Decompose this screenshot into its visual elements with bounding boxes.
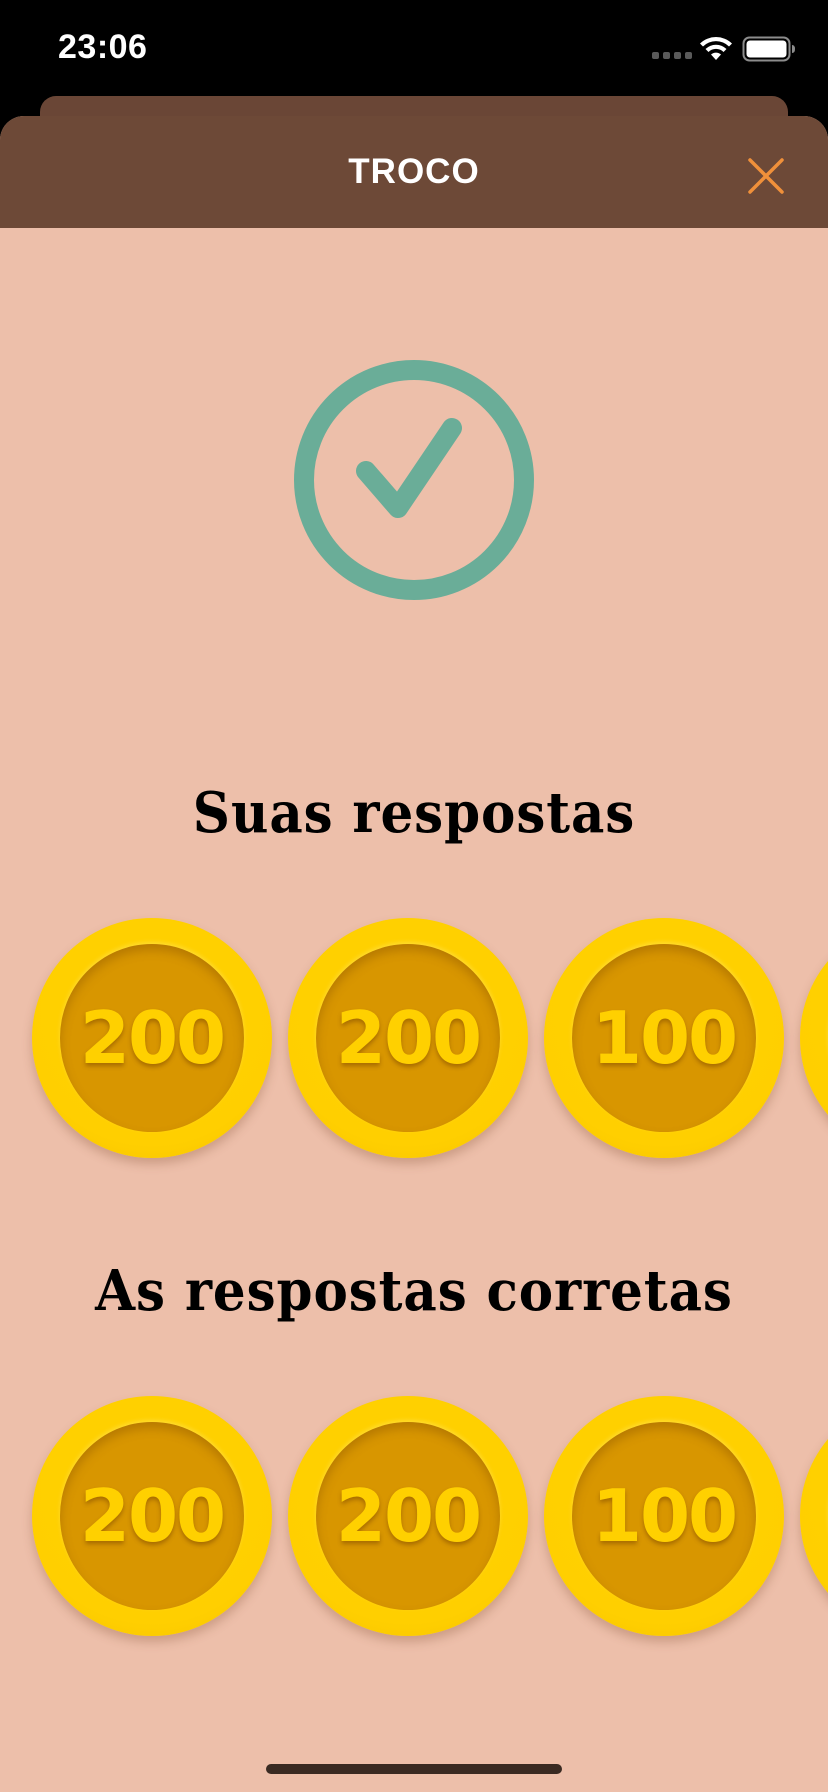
status-bar: 23:06 <box>0 0 828 96</box>
coin: 200 <box>32 918 272 1158</box>
sheet-header: TROCO <box>0 116 828 228</box>
your-answers-row[interactable]: 200 200 100 <box>0 918 828 1162</box>
correct-answers-title: As respostas corretas <box>95 1258 733 1324</box>
coin-partial <box>800 918 828 1158</box>
coin-value: 200 <box>335 996 482 1080</box>
home-indicator[interactable] <box>266 1764 562 1774</box>
page-title: TROCO <box>348 152 480 191</box>
coin: 100 <box>544 1396 784 1636</box>
coin-value: 100 <box>591 1474 738 1558</box>
status-time: 23:06 <box>58 28 148 66</box>
coin-partial <box>800 1396 828 1636</box>
coin-value <box>800 1396 828 1636</box>
wifi-icon <box>700 37 732 60</box>
coin: 200 <box>288 1396 528 1636</box>
modal-sheet: TROCO Suas respostas 200 200 100 As resp… <box>0 116 828 1792</box>
cellular-signal-icon <box>652 52 692 59</box>
coin-value: 200 <box>79 1474 226 1558</box>
coin-value: 200 <box>335 1474 482 1558</box>
coin: 200 <box>32 1396 272 1636</box>
coin-value <box>800 918 828 1158</box>
close-icon <box>748 158 784 194</box>
close-button[interactable] <box>740 150 792 202</box>
coin: 200 <box>288 918 528 1158</box>
checkmark-circle-icon <box>294 360 534 600</box>
coin-value: 200 <box>79 996 226 1080</box>
correct-answers-row[interactable]: 200 200 100 <box>0 1396 828 1640</box>
battery-icon <box>742 36 795 62</box>
your-answers-title: Suas respostas <box>192 780 636 846</box>
coin: 100 <box>544 918 784 1158</box>
coin-value: 100 <box>591 996 738 1080</box>
